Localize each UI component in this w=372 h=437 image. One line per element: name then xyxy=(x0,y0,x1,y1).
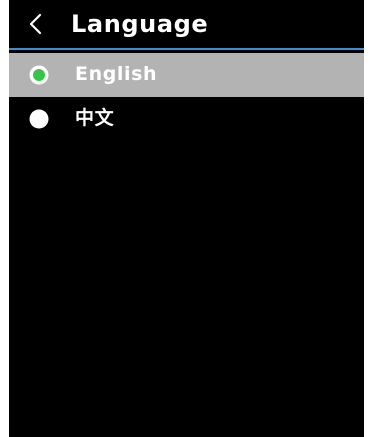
chevron-left-icon xyxy=(28,13,44,39)
language-screen: Language English 中文 xyxy=(9,0,364,437)
back-button[interactable] xyxy=(23,6,49,46)
page-title: Language xyxy=(71,10,209,38)
radio-unselected-icon[interactable] xyxy=(29,109,49,129)
language-option-chinese[interactable]: 中文 xyxy=(9,97,364,141)
language-option-english[interactable]: English xyxy=(9,53,364,97)
radio-selected-icon[interactable] xyxy=(29,65,49,85)
language-option-label: English xyxy=(75,63,158,85)
language-option-label: 中文 xyxy=(75,107,115,129)
header-bar: Language xyxy=(9,0,364,50)
